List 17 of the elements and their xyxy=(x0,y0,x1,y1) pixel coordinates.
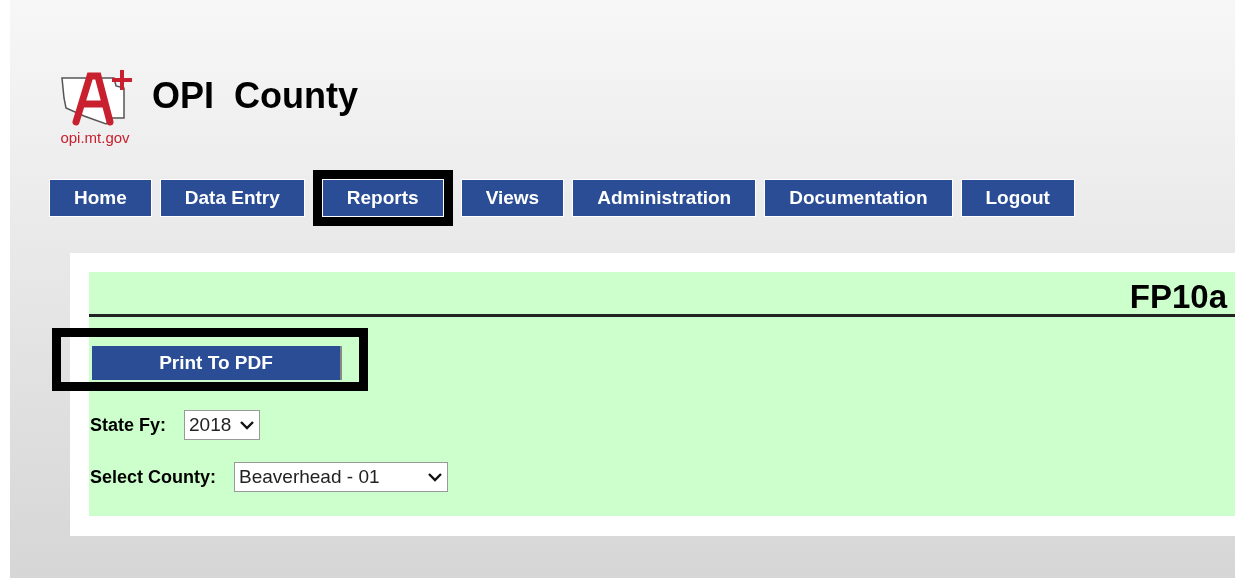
chevron-down-icon xyxy=(427,472,444,482)
logo-caption: opi.mt.gov xyxy=(60,130,130,145)
print-to-pdf-button[interactable]: Print To PDF xyxy=(92,346,342,380)
nav-tab[interactable]: Documentation xyxy=(764,179,953,217)
chevron-down-icon xyxy=(239,420,256,430)
nav-tab[interactable]: Logout xyxy=(960,179,1075,217)
field-label: Select County: xyxy=(90,465,217,489)
app-title: OPI County xyxy=(152,74,358,118)
dropdown[interactable]: 2018 xyxy=(184,410,261,440)
nav-tab[interactable]: Data Entry xyxy=(159,179,305,217)
report-title: FP10a xyxy=(1129,277,1227,314)
dropdown[interactable]: Beaverhead - 01 xyxy=(234,462,449,492)
nav-tab[interactable]: Views xyxy=(460,179,565,217)
field-label: State Fy: xyxy=(90,413,167,437)
nav-tab[interactable]: Home xyxy=(49,179,152,217)
nav-tab[interactable]: Administration xyxy=(572,179,757,217)
nav-tab[interactable]: Reports xyxy=(321,179,444,217)
